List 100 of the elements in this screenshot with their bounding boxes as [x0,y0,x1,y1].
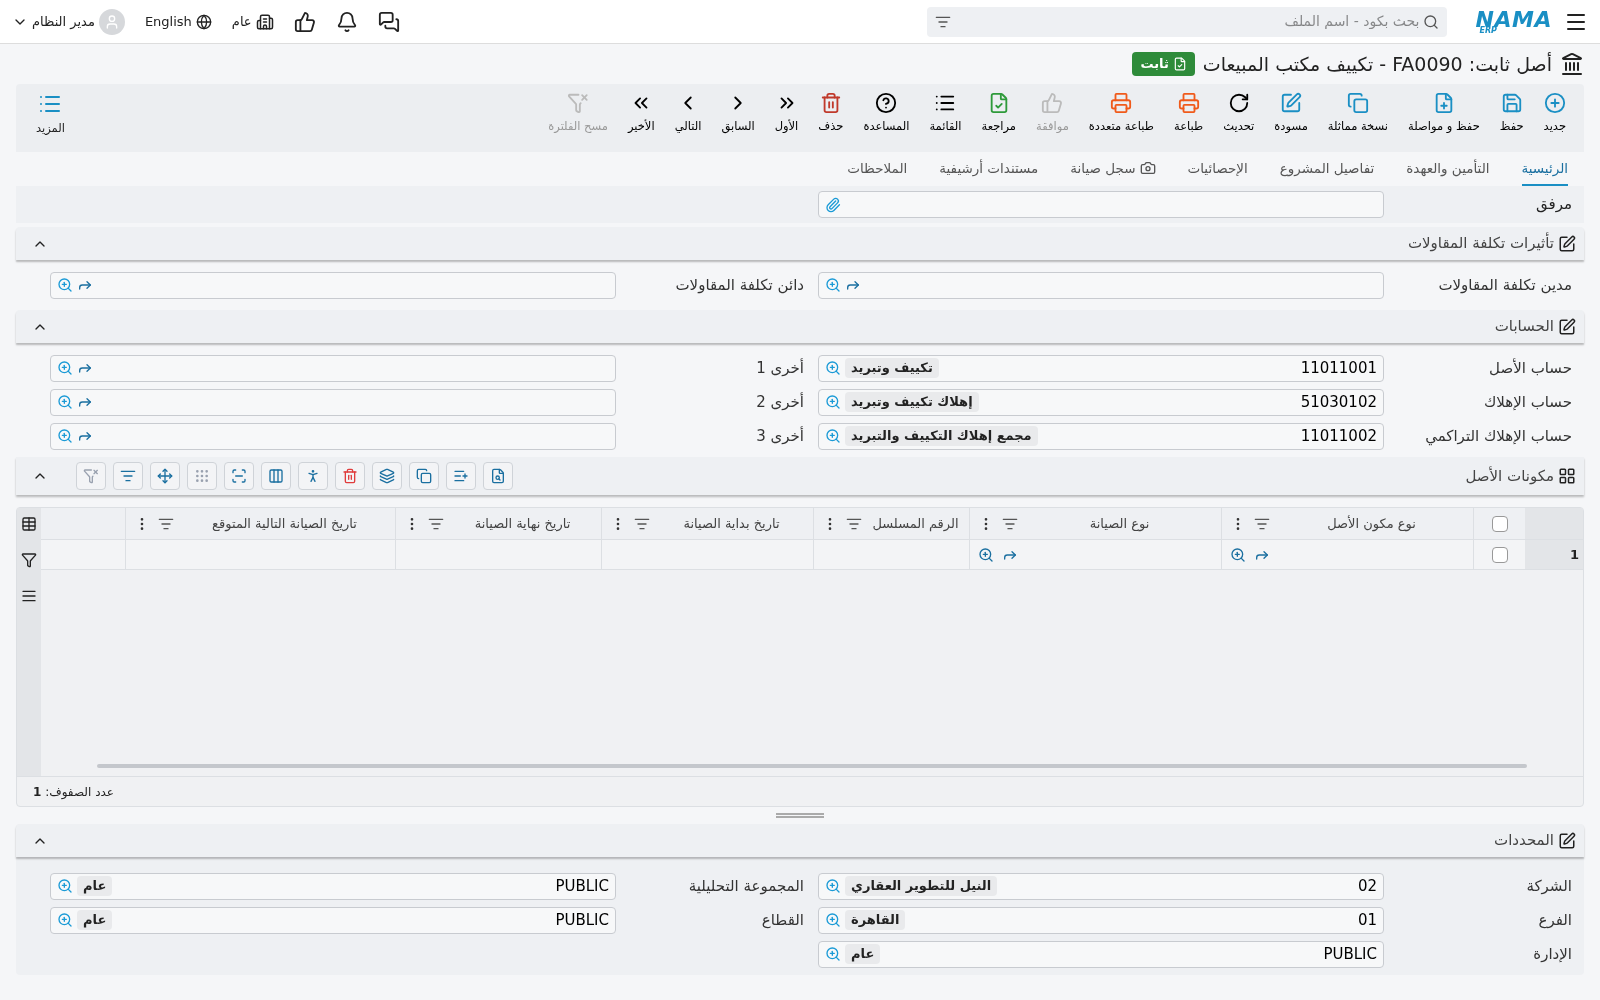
toolbar-button[interactable]: طباعة متعددة [1078,92,1164,136]
menu-icon[interactable] [21,588,37,604]
field-label: مدين تكلفة المقاولات [1437,274,1573,296]
grid-tool-button[interactable] [335,462,365,490]
lookup-field[interactable] [50,271,616,299]
lookup-search-icon[interactable] [825,912,841,928]
toolbar-button[interactable]: حذف [808,92,854,136]
lookup-search-icon[interactable] [57,912,73,928]
toolbar-button[interactable]: تحديث [1213,92,1265,136]
user-menu[interactable]: مدير النظام [12,8,125,35]
lookup-field[interactable] [50,354,616,382]
toolbar-button[interactable]: نسخة مماثلة [1317,92,1398,136]
field-label: حساب الإهلاك التراكمي [1424,425,1573,448]
account-name: تكييف وتبريد [845,358,939,378]
lookup-search-icon[interactable] [1230,546,1246,563]
toolbar-button[interactable]: حفظ و مواصلة [1398,92,1490,136]
section-header[interactable]: المحددات [16,824,1584,857]
section-header[interactable]: الحسابات [16,310,1584,343]
company-button[interactable]: عام [231,11,274,32]
field-label: الفرع [1537,909,1573,931]
layers-icon [379,468,395,484]
field-value: 01 [1357,909,1377,931]
avatar-icon [98,8,125,35]
grid-tool-button[interactable] [261,462,291,490]
camera-icon [1139,160,1156,176]
section-title: الحسابات [1494,316,1554,338]
tab[interactable]: الملاحظات [847,152,908,186]
lookup-search-icon[interactable] [825,360,841,376]
column-header[interactable]: تاريخ نهاية الصيانة [395,508,601,539]
toolbar-button[interactable]: جديد [1533,92,1576,136]
bell-icon[interactable] [335,10,358,33]
search-input[interactable]: بحث بكود - اسم الملف [955,11,1420,32]
toolbar-button[interactable]: الأخير [617,92,665,136]
lookup-search-icon[interactable] [978,546,994,563]
filter-icon[interactable] [21,552,37,568]
tab[interactable]: التأمين والعهدة [1406,152,1490,186]
section-header[interactable]: تأثيرات تكلفة المقاولات [16,227,1584,260]
toolbar-button[interactable]: الأول [764,92,809,136]
row-checkbox[interactable] [1491,546,1508,563]
lookup-field[interactable] [50,422,616,450]
thumbs-up-icon[interactable] [293,10,316,33]
grid-tool-button[interactable] [372,462,402,490]
lookup-search-icon[interactable] [825,946,841,962]
field-label: أخرى 3 [755,425,805,447]
lookup-search-icon[interactable] [57,277,73,293]
grid-tool-button[interactable] [113,462,143,490]
search-field[interactable]: بحث بكود - اسم الملف [927,6,1448,37]
lookup-search-icon[interactable] [57,428,73,444]
table-icon[interactable] [21,516,37,532]
tab[interactable]: تفاصيل المشروع [1279,152,1375,186]
pen-icon [1558,317,1576,336]
lookup-search-icon[interactable] [825,394,841,410]
toolbar-button[interactable]: المساعدة [853,92,920,136]
check-icon [1172,57,1187,71]
column-header[interactable]: الرقم المسلسل [813,508,969,539]
attachment-field[interactable] [818,191,1384,218]
lookup-search-icon[interactable] [57,878,73,894]
grid-tool-button[interactable] [224,462,254,490]
toolbar-button[interactable]: مسودة [1264,92,1318,136]
paperclip-icon[interactable] [825,196,841,213]
chat-icon[interactable] [377,10,400,33]
toolbar-button[interactable]: القائمة [919,92,972,136]
grid-tool-button[interactable] [150,462,180,490]
resize-handle[interactable] [776,813,824,818]
column-header[interactable]: تاريخ بداية الصيانة [601,508,813,539]
grid-tool-button[interactable] [446,462,476,490]
column-header[interactable]: تاريخ الصيانة التالية المتوقع [125,508,395,539]
column-header[interactable]: نوع الصيانة [969,508,1221,539]
tab[interactable]: مستندات أرشيفية [939,152,1039,186]
lookup-search-icon[interactable] [825,428,841,444]
lookup-search-icon[interactable] [825,277,841,293]
column-header[interactable]: نوع مكون الأصل [1221,508,1473,539]
printer-icon [1110,92,1133,114]
account-name: عام [845,944,881,964]
search-icon [1423,13,1440,30]
field-label: دائن تكلفة المقاولات [674,274,805,296]
dots-icon [194,468,210,484]
language-button[interactable]: English [144,11,212,32]
toolbar-button[interactable]: التالي [664,92,712,136]
lookup-search-icon[interactable] [825,878,841,894]
toolbar-button[interactable]: مراجعة [971,92,1027,136]
lookup-search-icon[interactable] [57,394,73,410]
more-button[interactable]: المزيد [24,92,77,138]
toolbar-button[interactable]: السابق [711,92,765,136]
tab[interactable]: الإحصائيات [1187,152,1248,186]
grid-tool-button[interactable] [409,462,439,490]
lookup-field[interactable] [818,271,1384,299]
grid-tool-button[interactable] [483,462,513,490]
toolbar-button[interactable]: حفظ [1489,92,1534,136]
building-icon [1560,52,1584,76]
grid-tool-button[interactable] [298,462,328,490]
section-title: تأثيرات تكلفة المقاولات [1407,232,1554,255]
section-header[interactable]: مكونات الأصل [16,457,1584,495]
toolbar-button[interactable]: طباعة [1164,92,1214,136]
status-badge: ثابت [1132,52,1195,76]
lookup-field[interactable] [50,388,616,416]
tab[interactable]: سجل صيانة [1070,152,1156,186]
horizontal-scrollbar[interactable] [97,764,1527,768]
lookup-search-icon[interactable] [57,360,73,376]
select-all-checkbox[interactable] [1491,515,1508,532]
